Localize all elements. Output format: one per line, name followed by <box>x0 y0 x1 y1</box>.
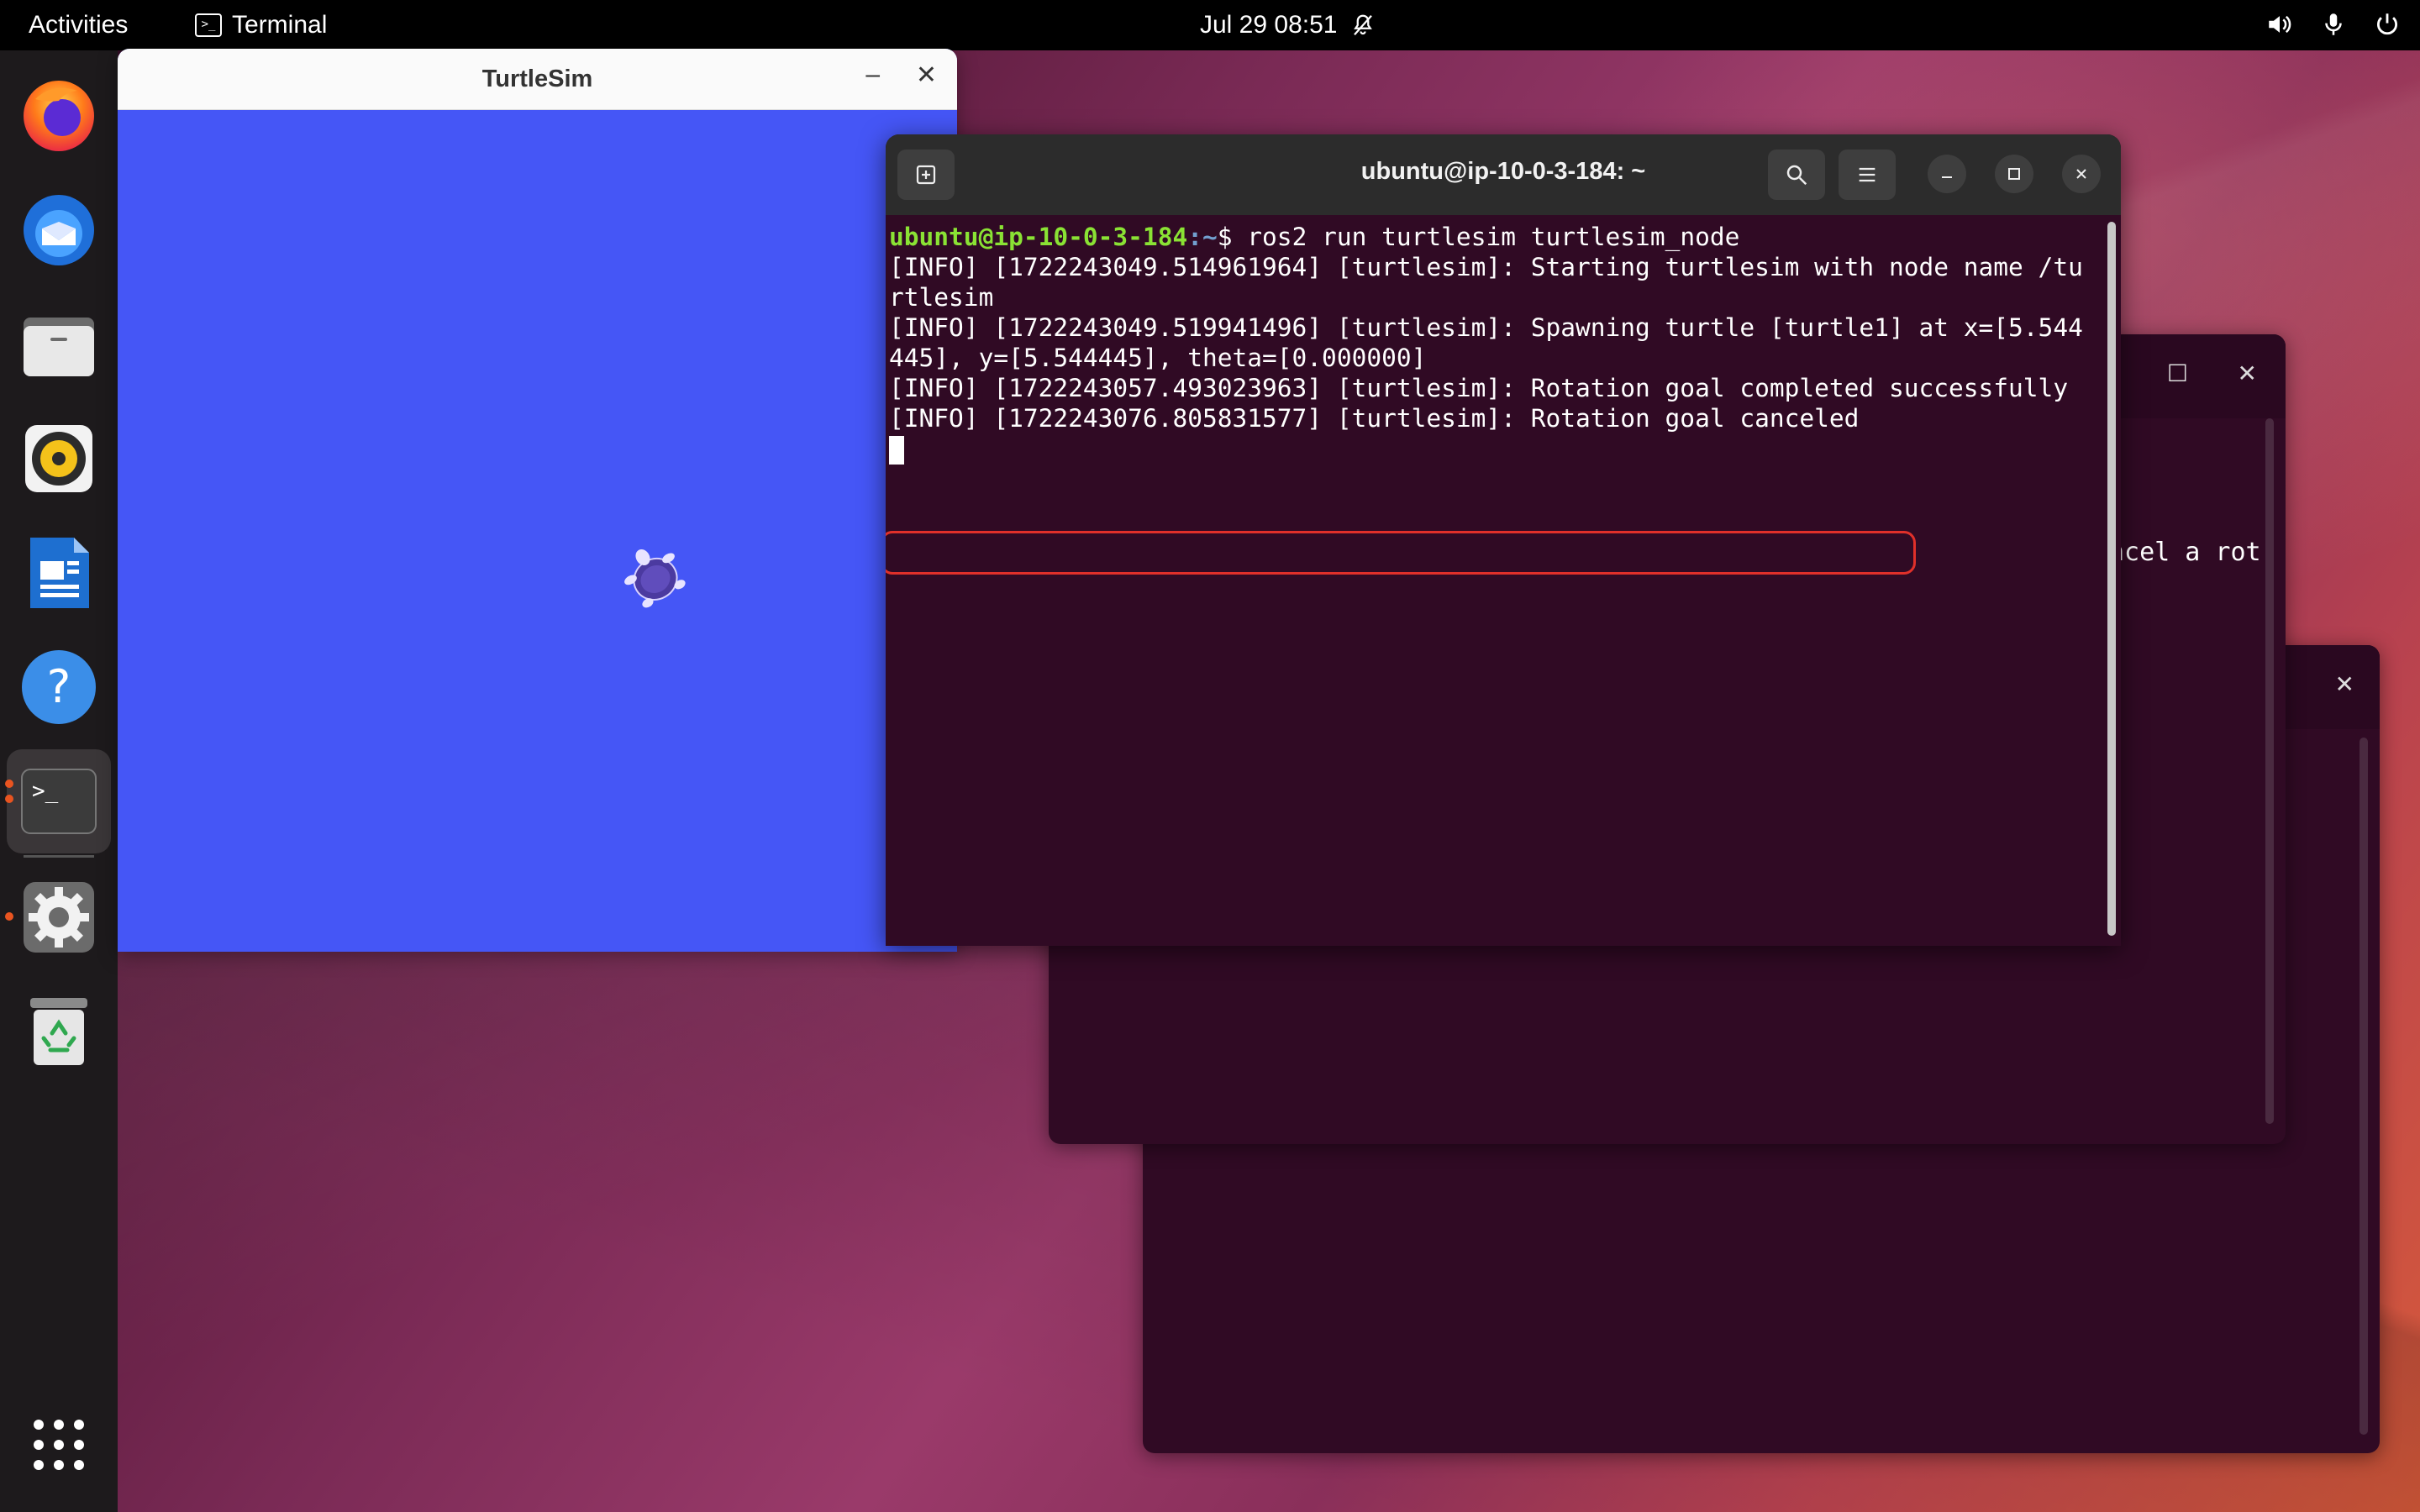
maximize-icon[interactable]: ☐ <box>2167 360 2188 387</box>
output-line: [INFO] [1722243049.519941496] [turtlesim… <box>889 313 2083 342</box>
minimize-button[interactable]: – <box>865 60 880 89</box>
dock-item-thunderbird[interactable] <box>18 188 99 269</box>
system-tray[interactable] <box>2265 10 2402 39</box>
close-icon <box>2076 169 2086 179</box>
minimize-button[interactable] <box>1928 155 1966 193</box>
command-text: ros2 run turtlesim turtlesim_node <box>1247 223 1740 251</box>
show-apps-button[interactable] <box>30 1416 87 1473</box>
dock: ? >_ <box>0 50 118 1512</box>
activities-button[interactable]: Activities <box>29 11 128 39</box>
notifications-muted-icon <box>1354 14 1373 35</box>
clock-label: Jul 29 08:51 <box>1200 11 1338 39</box>
running-indicator <box>5 780 13 788</box>
running-indicator <box>5 912 13 921</box>
turtlesim-titlebar[interactable]: TurtleSim – ✕ <box>118 49 957 110</box>
prompt-line: ubuntu@ip-10-0-3-184:~$ ros2 run turtles… <box>889 222 2104 252</box>
top-bar: Activities >_ Terminal Jul 29 08:51 <box>0 0 2420 50</box>
close-icon[interactable]: ✕ <box>2335 670 2354 698</box>
output-line: 445], y=[5.544445], theta=[0.000000] <box>889 344 1427 372</box>
microphone-icon[interactable] <box>2319 10 2348 39</box>
search-button[interactable] <box>1768 150 1825 200</box>
prompt-symbol: $ <box>1217 223 1248 251</box>
terminal-text-fragment: ncel a rot <box>2109 538 2261 567</box>
dock-item-firefox[interactable] <box>18 74 99 155</box>
terminal-output[interactable]: ubuntu@ip-10-0-3-184:~$ ros2 run turtles… <box>886 215 2104 946</box>
turtle-sprite <box>624 549 686 608</box>
dock-item-rhythmbox[interactable] <box>18 418 99 499</box>
app-menu[interactable]: >_ Terminal <box>195 11 327 39</box>
output-line: [INFO] [1722243057.493023963] [turtlesim… <box>889 374 2069 402</box>
turtlesim-window[interactable]: TurtleSim – ✕ <box>118 49 957 952</box>
dock-separator <box>24 855 94 858</box>
output-line-highlighted: [INFO] [1722243076.805831577] [turtlesim… <box>889 404 1860 433</box>
menu-button[interactable] <box>1839 150 1896 200</box>
svg-text:>_: >_ <box>32 779 59 804</box>
writer-icon <box>30 538 89 608</box>
settings-icon <box>24 882 94 953</box>
hamburger-menu-icon <box>1859 167 1876 182</box>
terminal-header[interactable]: ubuntu@ip-10-0-3-184: ~ <box>886 134 2121 215</box>
dock-item-files[interactable] <box>18 304 99 385</box>
close-button[interactable] <box>2062 155 2101 193</box>
help-icon: ? <box>22 650 96 724</box>
scrollbar[interactable] <box>2265 418 2274 1124</box>
maximize-icon <box>2008 168 2020 180</box>
terminal-icon: >_ <box>21 769 97 834</box>
search-icon <box>1786 165 1807 186</box>
prompt-user: ubuntu@ip-10-0-3-184 <box>889 223 1188 251</box>
cursor-line <box>889 433 2104 465</box>
turtlesim-canvas <box>118 109 957 952</box>
output-line: rtlesim <box>889 283 994 312</box>
scrollbar[interactable] <box>2107 222 2116 936</box>
scrollbar[interactable] <box>2360 738 2368 1435</box>
prompt-path: :~ <box>1187 223 1218 251</box>
dock-item-writer[interactable] <box>18 533 99 613</box>
firefox-icon <box>24 81 94 151</box>
red-highlight-annotation <box>886 531 1916 575</box>
app-menu-label: Terminal <box>232 11 328 39</box>
close-icon[interactable]: ✕ <box>2238 360 2257 387</box>
terminal-window[interactable]: ubuntu@ip-10-0-3-184: ~ ubuntu@ip-10-0-3… <box>886 134 2121 946</box>
running-indicator <box>5 795 13 803</box>
output-line: [INFO] [1722243049.514961964] [turtlesim… <box>889 253 2083 281</box>
clock[interactable]: Jul 29 08:51 <box>1200 11 1376 39</box>
maximize-button[interactable] <box>1995 155 2033 193</box>
thunderbird-icon <box>24 195 94 265</box>
window-title: TurtleSim <box>481 66 593 92</box>
trash-icon <box>30 998 87 1065</box>
dock-item-trash[interactable] <box>18 991 99 1072</box>
close-button[interactable]: ✕ <box>916 60 937 90</box>
text-cursor <box>889 435 904 465</box>
app-grid-icon <box>34 1420 84 1470</box>
dock-item-settings[interactable] <box>18 877 99 958</box>
svg-text:?: ? <box>47 660 71 713</box>
rhythmbox-icon <box>25 425 92 492</box>
files-icon <box>24 318 94 376</box>
dock-item-terminal[interactable]: >_ <box>18 761 99 842</box>
power-icon[interactable] <box>2373 10 2402 39</box>
terminal-icon: >_ <box>195 13 222 37</box>
dock-item-help[interactable]: ? <box>18 647 99 727</box>
minimize-icon <box>1942 176 1952 178</box>
volume-icon[interactable] <box>2265 10 2294 39</box>
